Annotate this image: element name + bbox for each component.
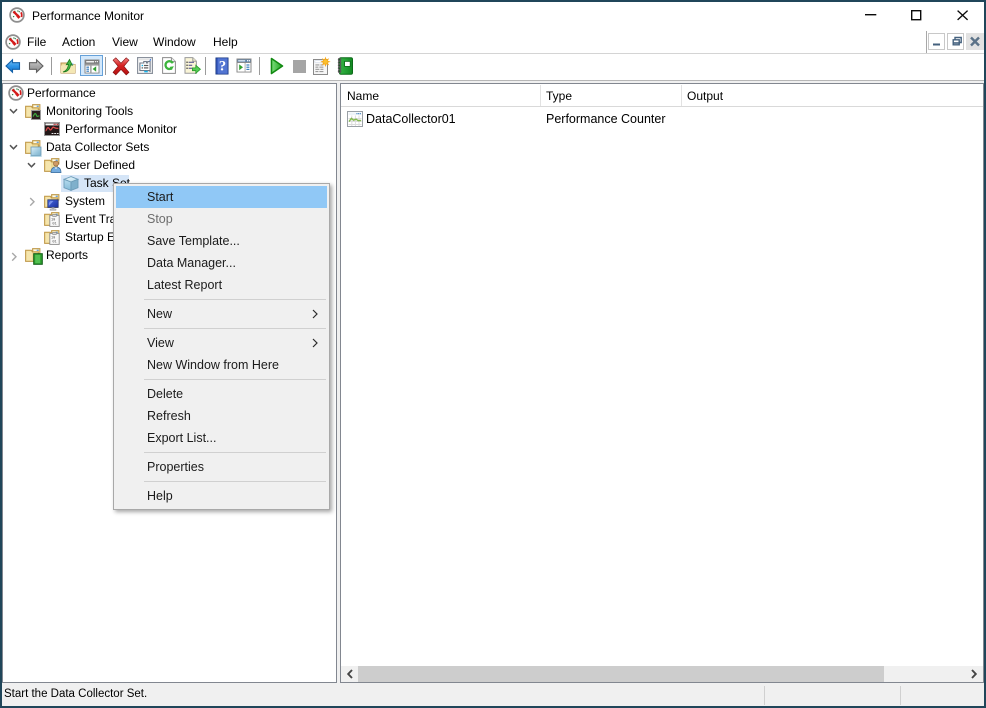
svg-text:01: 01 <box>52 222 56 226</box>
svg-text:?: ? <box>219 59 226 75</box>
svg-text:01: 01 <box>52 240 56 244</box>
